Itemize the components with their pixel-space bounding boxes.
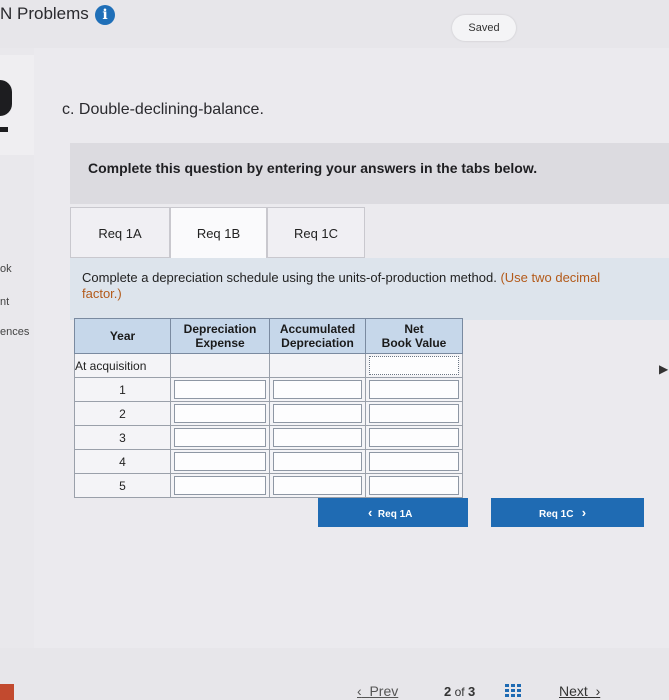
question-note: (Use two decimal xyxy=(500,270,601,285)
question-main-text: Complete a depreciation schedule using t… xyxy=(82,270,497,285)
next-req-label: Req 1C xyxy=(539,509,574,520)
row-label-year: 4 xyxy=(74,449,171,474)
next-page-link[interactable]: Next › xyxy=(559,683,600,699)
blank-cell xyxy=(269,353,366,378)
table-row: 5 xyxy=(74,473,463,498)
info-icon[interactable]: i xyxy=(95,5,115,25)
grid-icon[interactable] xyxy=(505,684,521,698)
prev-req-label: Req 1A xyxy=(377,509,413,520)
next-page-label: Next xyxy=(559,683,588,699)
depreciation-expense-input[interactable] xyxy=(170,377,270,402)
net-book-value-input[interactable] xyxy=(365,473,463,498)
chevron-right-icon: › xyxy=(581,505,587,520)
next-req-button[interactable]: Req 1C › xyxy=(491,498,644,527)
depreciation-expense-input[interactable] xyxy=(170,449,270,474)
page-indicator: 2 of 3 xyxy=(444,684,475,699)
net-book-value-input[interactable] xyxy=(365,425,463,450)
app-title: N Problems xyxy=(0,4,89,23)
tab-req-1c[interactable]: Req 1C xyxy=(267,207,365,258)
table-row: 3 xyxy=(74,425,463,450)
header-accumulated-depreciation: Accumulated Depreciation xyxy=(269,318,366,354)
chevron-right-icon: › xyxy=(595,683,601,699)
accumulated-depreciation-input[interactable] xyxy=(269,401,366,426)
accumulated-depreciation-input[interactable] xyxy=(269,473,366,498)
net-book-value-input[interactable] xyxy=(365,449,463,474)
net-book-value-input[interactable] xyxy=(365,401,463,426)
blank-cell xyxy=(170,353,270,378)
scroll-right-arrow-icon[interactable]: ▶ xyxy=(659,362,668,376)
header-net-book-value: Net Book Value xyxy=(365,318,463,354)
tab-req-1a[interactable]: Req 1A xyxy=(70,207,170,258)
part-label: c. Double-declining-balance. xyxy=(62,101,264,118)
row-label-year: 5 xyxy=(74,473,171,498)
depreciation-expense-input[interactable] xyxy=(170,425,270,450)
page-current: 2 xyxy=(444,684,452,699)
accumulated-depreciation-input[interactable] xyxy=(269,425,366,450)
sidebar-link-fragment-1[interactable]: ok xyxy=(0,263,12,275)
prev-req-button[interactable]: ‹ Req 1A xyxy=(318,498,468,527)
table-header-row: Year Depreciation Expense Accumulated Depr… xyxy=(74,318,463,354)
depreciation-expense-input[interactable] xyxy=(170,473,270,498)
instruction-text: Complete this question by entering your … xyxy=(88,160,538,176)
accumulated-depreciation-input[interactable] xyxy=(269,449,366,474)
header-year: Year xyxy=(74,318,171,354)
table-row: 2 xyxy=(74,401,463,426)
tab-req-1b[interactable]: Req 1B xyxy=(170,207,267,258)
sidebar-link-fragment-3[interactable]: ences xyxy=(0,326,29,338)
accumulated-depreciation-input[interactable] xyxy=(269,377,366,402)
chevron-left-icon: ‹ xyxy=(368,505,373,520)
question-note-cont: factor.) xyxy=(82,286,122,301)
left-panel-tick xyxy=(0,127,8,132)
table-row: 4 xyxy=(74,449,463,474)
depreciation-expense-input[interactable] xyxy=(170,401,270,426)
table-row-acquisition: At acquisition xyxy=(74,353,463,378)
net-book-value-input[interactable] xyxy=(365,377,463,402)
prev-page-link[interactable]: ‹ Prev xyxy=(357,683,398,699)
sidebar-link-fragment-2[interactable]: nt xyxy=(0,296,9,308)
depreciation-schedule-table: Year Depreciation Expense Accumulated Depr… xyxy=(74,318,463,498)
question-text: Complete a depreciation schedule using t… xyxy=(82,270,669,302)
row-label-acquisition: At acquisition xyxy=(74,353,171,378)
header-depreciation-expense: Depreciation Expense xyxy=(170,318,270,354)
saved-status-badge: Saved xyxy=(452,15,516,41)
net-book-value-acquisition-input[interactable] xyxy=(365,353,463,378)
row-label-year: 2 xyxy=(74,401,171,426)
page-of: of xyxy=(454,685,465,699)
row-label-year: 1 xyxy=(74,377,171,402)
page-total: 3 xyxy=(467,684,476,699)
table-row: 1 xyxy=(74,377,463,402)
chevron-left-icon: ‹ xyxy=(357,683,362,699)
footer-logo-fragment xyxy=(0,684,14,700)
row-label-year: 3 xyxy=(74,425,171,450)
top-bar: N Problems i Saved xyxy=(0,0,669,48)
prev-page-label: Prev xyxy=(369,683,399,699)
